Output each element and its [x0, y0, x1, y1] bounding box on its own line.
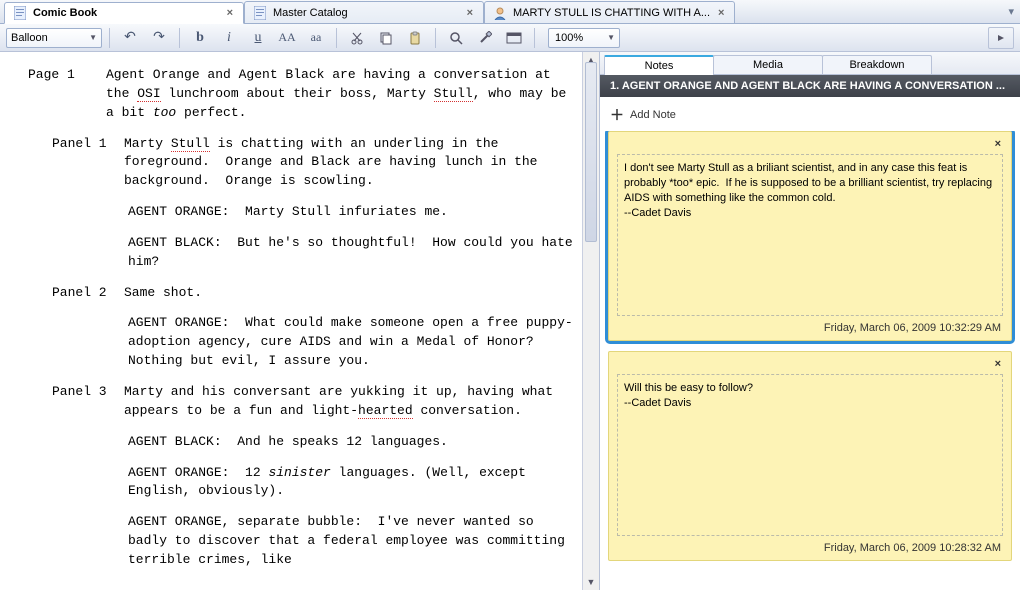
panel-label: Panel 2 [52, 284, 112, 303]
editor-text: Agent Orange and Agent Black are having … [106, 66, 579, 123]
add-note-label: Add Note [630, 109, 676, 121]
tab-notes[interactable]: Notes [604, 55, 714, 75]
note-text[interactable]: I don't see Marty Stull as a briliant sc… [617, 154, 1003, 316]
panel-label: Panel 3 [52, 383, 112, 421]
add-note-button[interactable]: ＋ Add Note [600, 97, 1020, 131]
cut-button[interactable] [344, 27, 370, 49]
separator [435, 28, 436, 48]
tab-comic-book[interactable]: Comic Book × [4, 2, 244, 24]
uppercase-button[interactable]: AA [274, 27, 300, 49]
editor-text: Marty and his conversant are yukking it … [124, 383, 579, 421]
close-icon[interactable]: × [225, 7, 235, 19]
dialogue-line: AGENT ORANGE: Marty Stull infuriates me. [28, 203, 579, 222]
zoom-select[interactable]: 100% ▼ [548, 28, 620, 48]
copy-button[interactable] [373, 27, 399, 49]
side-panel: Notes Media Breakdown 1. AGENT ORANGE AN… [600, 52, 1020, 590]
style-select[interactable]: Balloon ▼ [6, 28, 102, 48]
paste-button[interactable] [402, 27, 428, 49]
tab-master-catalog[interactable]: Master Catalog × [244, 1, 484, 23]
separator [534, 28, 535, 48]
editor-text: Marty Stull is chatting with an underlin… [124, 135, 579, 192]
document-tabs-bar: Comic Book × Master Catalog × MARTY STUL… [0, 0, 1020, 24]
undo-button[interactable]: ↶ [117, 27, 143, 49]
close-icon[interactable]: × [716, 7, 726, 19]
side-panel-tabs: Notes Media Breakdown [600, 52, 1020, 75]
tab-breakdown[interactable]: Breakdown [822, 55, 932, 74]
document-icon [253, 6, 267, 20]
dialogue-line: AGENT BLACK: And he speaks 12 languages. [28, 433, 579, 452]
style-select-label: Balloon [11, 32, 48, 44]
note-text[interactable]: Will this be easy to follow? --Cadet Dav… [617, 374, 1003, 536]
italic-button[interactable]: i [216, 27, 242, 49]
dialogue-line: AGENT ORANGE: What could make someone op… [28, 314, 579, 371]
find-button[interactable] [443, 27, 469, 49]
note-card[interactable]: × Will this be easy to follow? --Cadet D… [608, 351, 1012, 561]
chevron-down-icon: ▼ [607, 33, 615, 42]
plus-icon: ＋ [610, 105, 624, 125]
side-panel-header: 1. AGENT ORANGE AND AGENT BLACK ARE HAVI… [600, 75, 1020, 97]
chevron-down-icon: ▼ [89, 33, 97, 42]
tab-chat[interactable]: MARTY STULL IS CHATTING WITH A... × [484, 1, 735, 23]
bold-button[interactable]: b [187, 27, 213, 49]
close-icon[interactable]: × [465, 7, 475, 19]
toggle-panel-button[interactable] [988, 27, 1014, 49]
formatting-toolbar: Balloon ▼ ↶ ↷ b i u AA aa 100% ▼ [0, 24, 1020, 52]
tab-label: Comic Book [33, 7, 219, 19]
dialogue-line: AGENT ORANGE, separate bubble: I've neve… [28, 513, 579, 570]
document-icon [13, 6, 27, 20]
vertical-scrollbar[interactable]: ▲ ▼ [582, 52, 599, 590]
note-timestamp: Friday, March 06, 2009 10:28:32 AM [615, 538, 1005, 558]
close-icon[interactable]: × [991, 138, 1005, 150]
separator [179, 28, 180, 48]
dialogue-line: AGENT BLACK: But he's so thoughtful! How… [28, 234, 579, 272]
user-icon [493, 6, 507, 20]
redo-button[interactable]: ↷ [146, 27, 172, 49]
page-label: Page 1 [28, 66, 88, 123]
notes-list: × I don't see Marty Stull as a briliant … [600, 131, 1020, 590]
lowercase-button[interactable]: aa [303, 27, 329, 49]
editor-text: Same shot. [124, 284, 202, 303]
scroll-thumb[interactable] [585, 62, 597, 242]
panel-label: Panel 1 [52, 135, 112, 192]
separator [109, 28, 110, 48]
script-editor[interactable]: Page 1 Agent Orange and Agent Black are … [0, 52, 599, 590]
tab-media[interactable]: Media [713, 55, 823, 74]
note-timestamp: Friday, March 06, 2009 10:32:29 AM [615, 318, 1005, 338]
settings-button[interactable] [472, 27, 498, 49]
editor-pane: Page 1 Agent Orange and Agent Black are … [0, 52, 600, 590]
dialogue-line: AGENT ORANGE: 12 sinister languages. (We… [28, 464, 579, 502]
tab-label: MARTY STULL IS CHATTING WITH A... [513, 7, 710, 19]
separator [336, 28, 337, 48]
view-mode-button[interactable] [501, 27, 527, 49]
tab-label: Master Catalog [273, 7, 459, 19]
underline-button[interactable]: u [245, 27, 271, 49]
note-card[interactable]: × I don't see Marty Stull as a briliant … [608, 131, 1012, 341]
workspace: Page 1 Agent Orange and Agent Black are … [0, 52, 1020, 590]
scroll-down-icon[interactable]: ▼ [583, 574, 599, 590]
window-menu-icon[interactable]: ▾ [1008, 5, 1014, 18]
zoom-label: 100% [555, 32, 583, 44]
close-icon[interactable]: × [991, 358, 1005, 370]
